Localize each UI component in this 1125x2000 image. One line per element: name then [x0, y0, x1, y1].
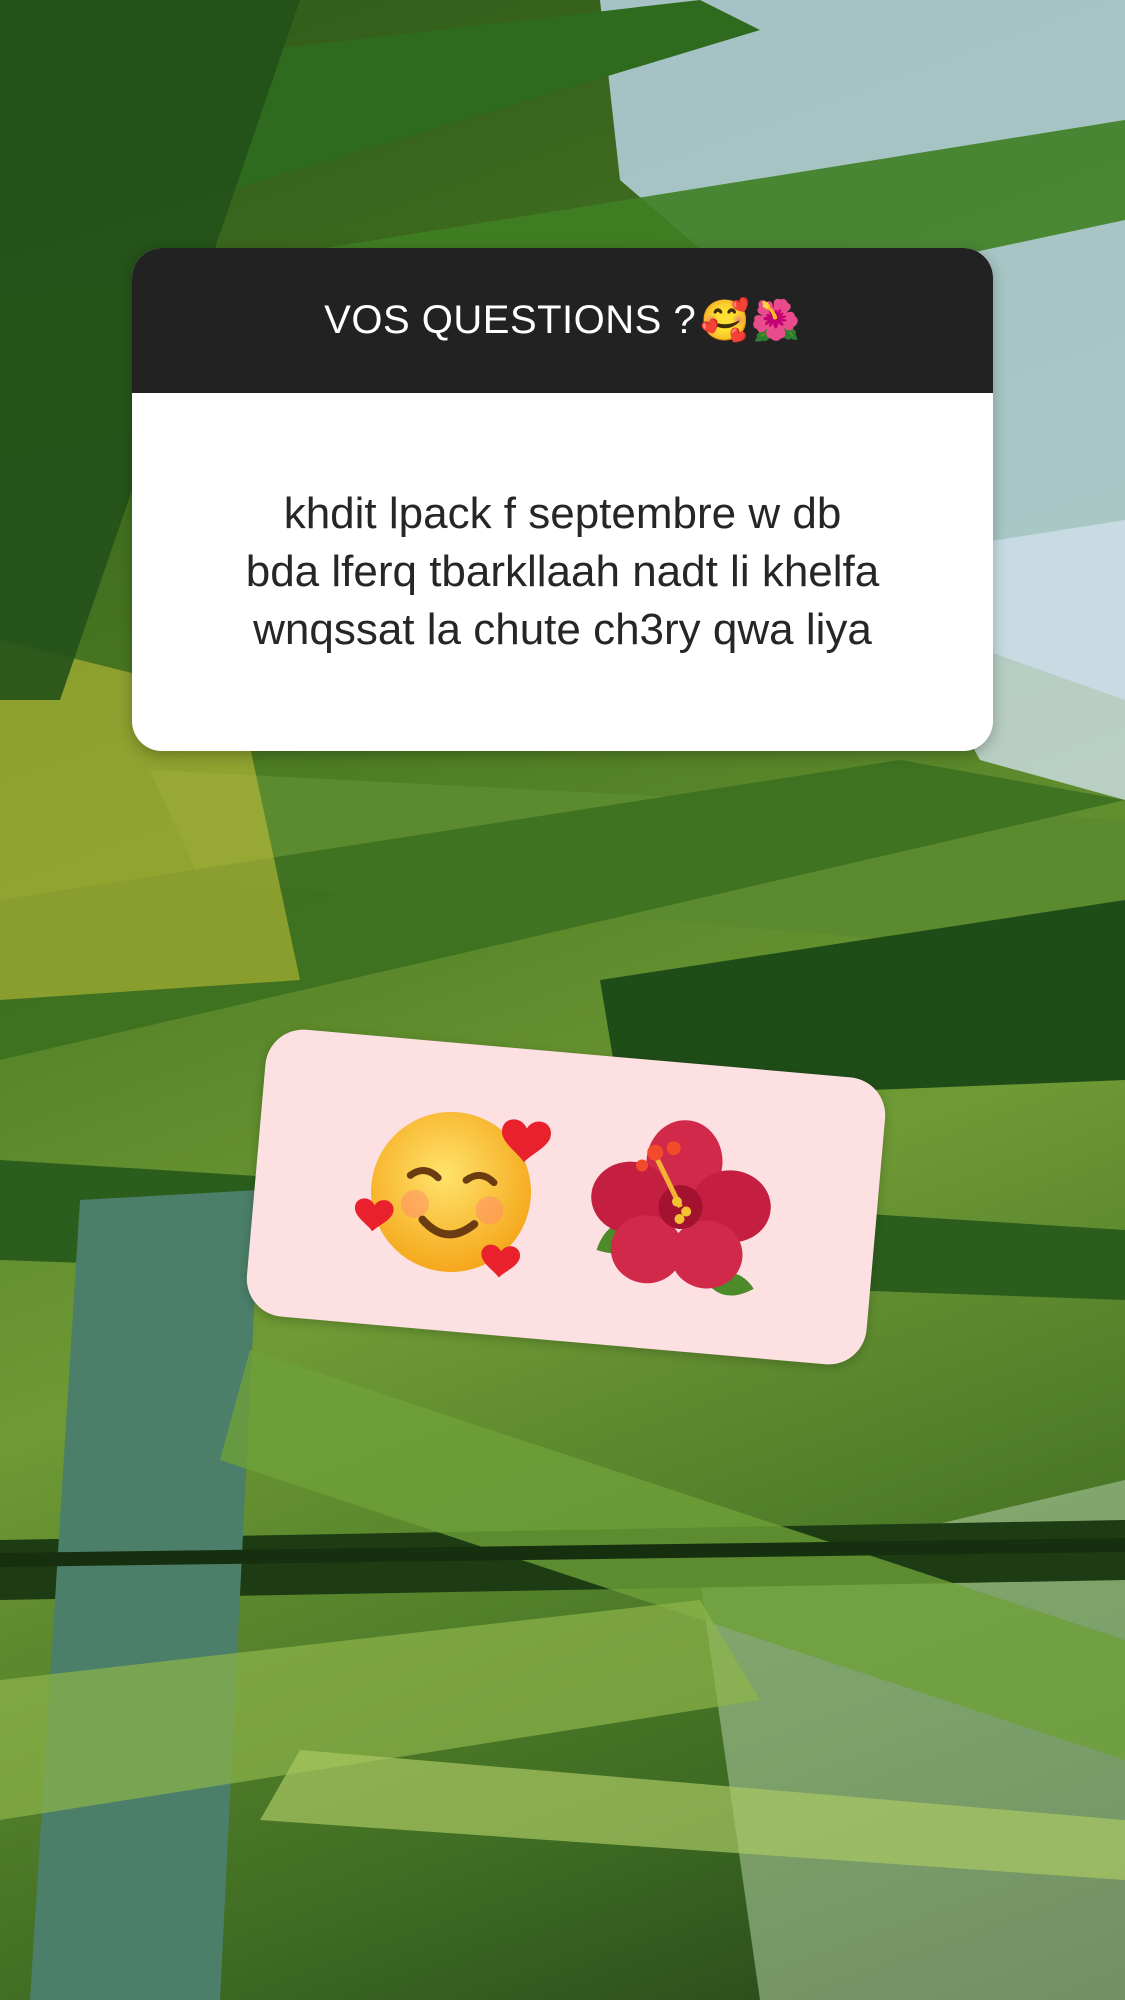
question-sticker-title: VOS QUESTIONS ?: [324, 298, 697, 342]
smiling-face-with-hearts-icon: [355, 1111, 551, 1278]
question-sticker-header: VOS QUESTIONS ? 🥰🌺: [132, 248, 993, 393]
question-sticker-body: khdit lpack f septembre w db bda lferq t…: [132, 393, 993, 751]
emoji-sticker[interactable]: [243, 1026, 889, 1368]
question-sticker[interactable]: VOS QUESTIONS ? 🥰🌺 khdit lpack f septemb…: [132, 248, 993, 751]
question-sticker-title-emojis: 🥰🌺: [700, 298, 801, 344]
question-answer-text: khdit lpack f septembre w db bda lferq t…: [245, 489, 880, 654]
hibiscus-icon: [591, 1120, 771, 1296]
